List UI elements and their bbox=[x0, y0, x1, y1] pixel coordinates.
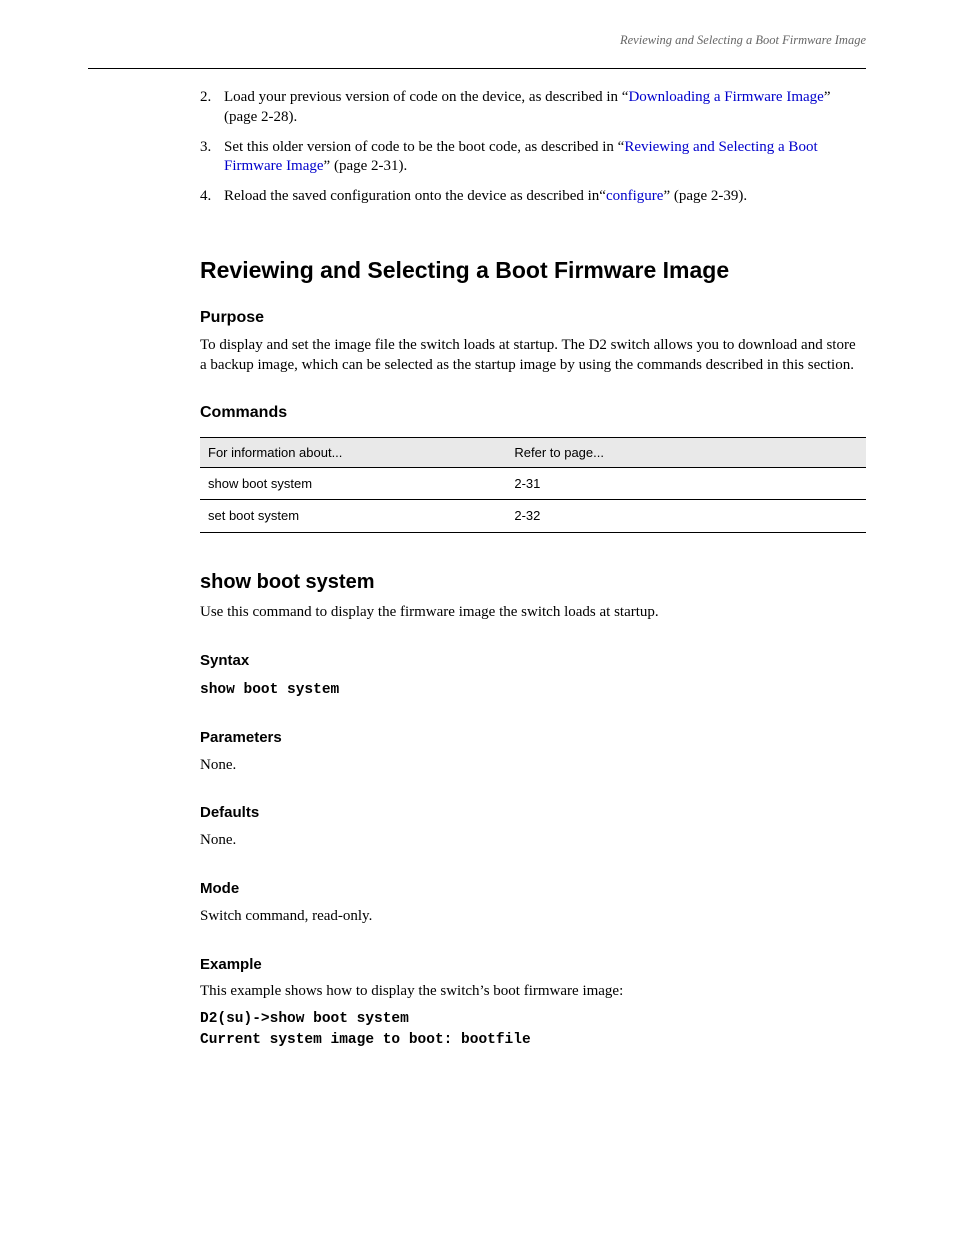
example-heading: Example bbox=[200, 955, 866, 975]
link-configure[interactable]: configure bbox=[606, 188, 663, 204]
purpose-paragraph: To display and set the image file the sw… bbox=[200, 336, 866, 376]
list-item: 3. Set this older version of code to be … bbox=[200, 138, 866, 178]
link-downloading-firmware[interactable]: Downloading a Firmware Image bbox=[628, 89, 823, 105]
defaults-heading: Defaults bbox=[200, 803, 866, 823]
example-code-line1: D2(su)->show boot system bbox=[200, 1010, 866, 1029]
table-cell-command: show boot system bbox=[200, 468, 506, 500]
table-header-col1: For information about... bbox=[200, 438, 506, 468]
mode-heading: Mode bbox=[200, 879, 866, 899]
commands-table: For information about... Refer to page..… bbox=[200, 437, 866, 532]
command-title: show boot system bbox=[200, 569, 866, 595]
header-rule bbox=[88, 68, 866, 69]
table-cell-page: 2-32 bbox=[506, 500, 866, 532]
list-item-post: ” (page 2-39). bbox=[663, 188, 747, 204]
mode-value: Switch command, read-only. bbox=[200, 907, 866, 927]
table-cell-page: 2-31 bbox=[506, 468, 866, 500]
list-item: 2. Load your previous version of code on… bbox=[200, 88, 866, 128]
table-row: show boot system 2-31 bbox=[200, 468, 866, 500]
page-header-section: Reviewing and Selecting a Boot Firmware … bbox=[620, 33, 866, 48]
list-item-body: Set this older version of code to be the… bbox=[224, 138, 866, 178]
parameters-value: None. bbox=[200, 756, 866, 776]
list-item: 4. Reload the saved configuration onto t… bbox=[200, 187, 866, 207]
commands-heading: Commands bbox=[200, 402, 866, 423]
table-header-col2: Refer to page... bbox=[506, 438, 866, 468]
section-title: Reviewing and Selecting a Boot Firmware … bbox=[200, 255, 866, 285]
list-item-body: Load your previous version of code on th… bbox=[224, 88, 866, 128]
parameters-heading: Parameters bbox=[200, 728, 866, 748]
list-item-pre: Load your previous version of code on th… bbox=[224, 89, 628, 105]
list-item-number: 3. bbox=[200, 138, 224, 178]
purpose-heading: Purpose bbox=[200, 307, 866, 328]
list-item-post: ” (page 2-31). bbox=[324, 158, 408, 174]
list-item-pre: Set this older version of code to be the… bbox=[224, 139, 624, 155]
example-description: This example shows how to display the sw… bbox=[200, 982, 866, 1002]
list-item-number: 4. bbox=[200, 187, 224, 207]
list-item-number: 2. bbox=[200, 88, 224, 128]
command-description: Use this command to display the firmware… bbox=[200, 603, 866, 623]
syntax-heading: Syntax bbox=[200, 651, 866, 671]
table-row: set boot system 2-32 bbox=[200, 500, 866, 532]
list-item-pre: Reload the saved configuration onto the … bbox=[224, 188, 606, 204]
example-code-line2: Current system image to boot: bootfile bbox=[200, 1031, 866, 1050]
syntax-value: show boot system bbox=[200, 681, 866, 700]
defaults-value: None. bbox=[200, 831, 866, 851]
table-cell-command: set boot system bbox=[200, 500, 506, 532]
list-item-body: Reload the saved configuration onto the … bbox=[224, 187, 866, 207]
